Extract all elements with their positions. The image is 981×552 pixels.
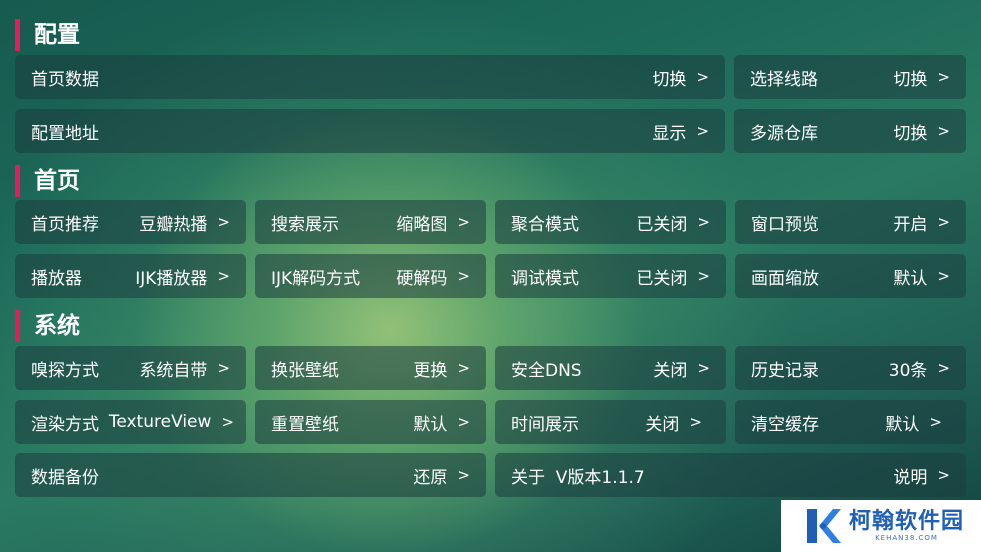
setting-debug-mode[interactable]: 调试模式 已关闭 > <box>495 254 726 298</box>
section-title-config: 配置 <box>15 19 80 51</box>
setting-value: TextureView <box>108 412 212 432</box>
setting-label: 安全DNS <box>511 360 582 381</box>
setting-multi-source[interactable]: 多源仓库 切换 > <box>734 109 966 153</box>
chevron-right-icon: > <box>937 466 950 484</box>
setting-value: 切换 <box>893 123 928 144</box>
setting-label: 画面缩放 <box>751 268 819 289</box>
setting-config-url[interactable]: 配置地址 显示 > <box>15 109 725 153</box>
watermark-logo: 柯翰软件园 KEHAN38.COM <box>781 500 981 552</box>
chevron-right-icon: > <box>697 359 710 377</box>
setting-value: 开启 <box>893 214 928 235</box>
setting-select-line[interactable]: 选择线路 切换 > <box>734 55 966 99</box>
chevron-right-icon: > <box>457 213 470 231</box>
chevron-right-icon: > <box>457 413 470 431</box>
setting-label: 首页推荐 <box>31 214 99 235</box>
setting-value: 已关闭 <box>636 214 688 235</box>
chevron-right-icon: > <box>457 359 470 377</box>
setting-home-data[interactable]: 首页数据 切换 > <box>15 55 725 99</box>
chevron-right-icon: > <box>696 122 709 140</box>
setting-render-method[interactable]: 渲染方式 TextureView > <box>15 400 246 444</box>
chevron-right-icon: > <box>937 68 950 86</box>
chevron-right-icon: > <box>217 267 230 285</box>
setting-value: 显示 <box>652 123 687 144</box>
setting-value: 豆瓣热播 <box>139 214 208 235</box>
setting-value: 已关闭 <box>636 268 688 289</box>
setting-label: 多源仓库 <box>750 123 818 144</box>
setting-label: 关于 V版本1.1.7 <box>511 467 645 488</box>
setting-label: 渲染方式 <box>31 414 99 435</box>
setting-label: 清空缓存 <box>751 414 819 435</box>
setting-label: 选择线路 <box>750 69 818 90</box>
chevron-right-icon: > <box>457 267 470 285</box>
setting-value: 缩略图 <box>396 214 448 235</box>
setting-value: IJK播放器 <box>135 268 208 289</box>
setting-search-display[interactable]: 搜索展示 缩略图 > <box>255 200 486 244</box>
setting-player[interactable]: 播放器 IJK播放器 > <box>15 254 246 298</box>
setting-change-wallpaper[interactable]: 换张壁纸 更换 > <box>255 346 486 390</box>
chevron-right-icon: > <box>457 466 470 484</box>
chevron-right-icon: > <box>697 213 710 231</box>
setting-label: 配置地址 <box>31 123 99 144</box>
setting-value: 系统自带 <box>139 360 208 381</box>
watermark-title: 柯翰软件园 <box>849 509 965 534</box>
setting-reset-wallpaper[interactable]: 重置壁纸 默认 > <box>255 400 486 444</box>
setting-history[interactable]: 历史记录 30条 > <box>735 346 966 390</box>
setting-time-display[interactable]: 时间展示 关闭 > <box>495 400 726 444</box>
chevron-right-icon: > <box>937 267 950 285</box>
setting-ijk-decode[interactable]: IJK解码方式 硬解码 > <box>255 254 486 298</box>
setting-aggregate-mode[interactable]: 聚合模式 已关闭 > <box>495 200 726 244</box>
setting-label: 首页数据 <box>31 69 99 90</box>
setting-home-recommend[interactable]: 首页推荐 豆瓣热播 > <box>15 200 246 244</box>
setting-label: 历史记录 <box>751 360 819 381</box>
setting-value: 30条 <box>888 360 928 381</box>
setting-value: 说明 <box>893 467 928 488</box>
setting-value: 默认 <box>893 268 928 289</box>
setting-label: 数据备份 <box>31 467 99 488</box>
setting-value: 还原 <box>413 467 448 488</box>
setting-value: 切换 <box>652 69 687 90</box>
setting-secure-dns[interactable]: 安全DNS 关闭 > <box>495 346 726 390</box>
chevron-right-icon: > <box>697 267 710 285</box>
setting-label: IJK解码方式 <box>271 268 361 289</box>
section-title-system: 系统 <box>15 310 80 342</box>
setting-value: 硬解码 <box>396 268 448 289</box>
setting-value: 更换 <box>413 360 448 381</box>
setting-label: 播放器 <box>31 268 82 289</box>
setting-window-preview[interactable]: 窗口预览 开启 > <box>735 200 966 244</box>
watermark-url: KEHAN38.COM <box>875 534 938 542</box>
chevron-right-icon: > <box>937 359 950 377</box>
chevron-right-icon: > <box>217 213 230 231</box>
setting-label: 重置壁纸 <box>271 414 339 435</box>
chevron-right-icon: > <box>937 213 950 231</box>
setting-label: 窗口预览 <box>751 214 819 235</box>
setting-clear-cache[interactable]: 清空缓存 默认 > <box>735 400 966 444</box>
setting-value: 关闭 <box>645 414 680 435</box>
setting-value: 关闭 <box>653 360 688 381</box>
setting-data-backup[interactable]: 数据备份 还原 > <box>15 453 486 497</box>
setting-label: 嗅探方式 <box>31 360 99 381</box>
setting-value: 默认 <box>413 414 448 435</box>
setting-label: 聚合模式 <box>511 214 579 235</box>
setting-value: 切换 <box>893 69 928 90</box>
setting-value: 默认 <box>885 414 920 435</box>
chevron-right-icon: > <box>689 413 702 431</box>
chevron-right-icon: > <box>221 413 234 431</box>
section-title-home: 首页 <box>15 165 80 197</box>
setting-about[interactable]: 关于 V版本1.1.7 说明 > <box>495 453 966 497</box>
setting-label: 搜索展示 <box>271 214 339 235</box>
setting-label: 换张壁纸 <box>271 360 339 381</box>
chevron-right-icon: > <box>696 68 709 86</box>
chevron-right-icon: > <box>937 122 950 140</box>
setting-label: 时间展示 <box>511 414 579 435</box>
chevron-right-icon: > <box>217 359 230 377</box>
chevron-right-icon: > <box>929 413 942 431</box>
setting-screen-scale[interactable]: 画面缩放 默认 > <box>735 254 966 298</box>
setting-label: 调试模式 <box>511 268 579 289</box>
k-logo-icon <box>803 506 843 546</box>
setting-sniff-method[interactable]: 嗅探方式 系统自带 > <box>15 346 246 390</box>
